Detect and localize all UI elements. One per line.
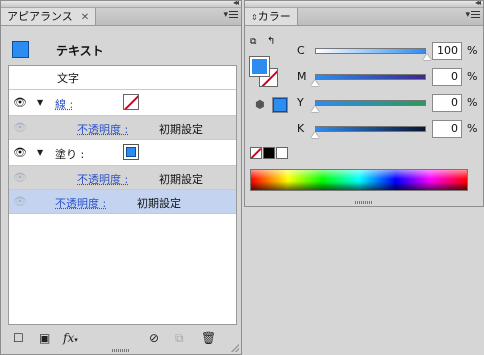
slider-label: M [297,70,307,83]
white-color-chip[interactable] [276,147,288,159]
yellow-thumb[interactable] [311,106,319,112]
list-item-opacity[interactable]: 👁 不透明度 : 初期設定 [9,190,236,214]
tab-color-label: カラー [257,10,291,23]
fill-proxy-swatch[interactable] [249,56,270,77]
stroke-opacity-link[interactable]: 不透明度 : [77,121,128,137]
list-item-characters[interactable]: 文字 [9,66,236,90]
close-tab-icon[interactable]: ✕ [81,12,89,23]
color-panel: ◂◂ ⇕カラー ▾ ⧉ ↰ ⬢ C 100 % M 0 % Y 0 % K 0 … [244,0,484,207]
cyan-track[interactable] [315,48,426,54]
duplicate-icon: ⧉ [175,331,184,345]
black-track[interactable] [315,126,426,132]
list-item-fill[interactable]: 👁 ▼ 塗り : [9,140,236,166]
stroke-opacity-value: 初期設定 [159,123,203,136]
panel-menu-button[interactable]: ▾ [223,10,238,20]
fx-dropdown-icon: ▾ [74,336,78,344]
black-color-chip[interactable] [263,147,275,159]
opacity-value: 初期設定 [137,197,181,210]
delete-icon[interactable]: 🗑 [201,331,216,345]
panel-tab-bar: アピアランス ✕ ▾ [1,8,241,26]
visibility-eye-icon[interactable]: 👁 [13,146,27,159]
slider-cyan[interactable]: C 100 % [297,42,477,62]
panel-menu-button[interactable]: ▾ [465,10,480,20]
visibility-eye-icon[interactable]: 👁 [13,96,27,109]
black-thumb[interactable] [311,132,319,138]
slider-magenta[interactable]: M 0 % [297,68,477,88]
fill-opacity-value: 初期設定 [159,173,203,186]
gamut-cube-icon: ⬢ [255,98,265,111]
expand-triangle-icon[interactable]: ▼ [37,98,43,107]
slider-label: C [297,44,305,57]
visibility-eye-icon[interactable]: 👁 [13,121,27,134]
default-colors-icon[interactable]: ⧉ [250,37,256,47]
magenta-thumb[interactable] [311,80,319,86]
percent-label: % [467,70,478,83]
fill-label: 塗り : [55,148,85,161]
list-item-stroke-opacity[interactable]: 👁 不透明度 : 初期設定 [9,116,236,140]
percent-label: % [467,44,478,57]
panel-menu-icon [229,11,238,18]
collapse-panel-icon[interactable]: ◂◂ [233,0,239,7]
opacity-link[interactable]: 不透明度 : [55,195,106,211]
slider-black[interactable]: K 0 % [297,120,477,140]
percent-label: % [467,96,478,109]
visibility-eye-icon[interactable]: 👁 [13,195,27,208]
panel-top-strip[interactable]: ◂◂ [1,0,241,8]
fill-swatch-color [126,147,136,157]
slider-label: Y [297,96,304,109]
resize-corner[interactable] [231,344,239,352]
characters-label: 文字 [57,72,79,85]
appearance-panel: ◂◂ アピアランス ✕ ▾ テキスト 文字 👁 ▼ 線 : 👁 不透明度 : 初期… [0,0,242,355]
collapse-panel-icon[interactable]: ◂◂ [475,0,481,7]
cycle-mode-icon[interactable]: ⇕ [251,13,258,22]
slider-yellow[interactable]: Y 0 % [297,94,477,114]
appearance-list: 文字 👁 ▼ 線 : 👁 不透明度 : 初期設定 👁 ▼ 塗り : 👁 不透明度… [8,65,237,325]
panel-bottom-toolbar: ☐ ▣ fx▾ ⊘ ⧉ 🗑 [1,328,241,348]
stroke-none-swatch[interactable] [123,94,139,110]
fx-icon[interactable]: fx▾ [63,331,78,345]
none-color-chip[interactable] [250,147,262,159]
tab-color[interactable]: ⇕カラー [245,8,298,25]
panel-top-strip[interactable]: ◂◂ [245,0,483,8]
resize-grip[interactable] [112,349,130,352]
object-thumbnail [12,41,29,58]
percent-label: % [467,122,478,135]
resize-grip[interactable] [355,201,373,204]
slider-label: K [297,122,305,135]
tab-appearance-label: アピアランス [7,10,73,23]
list-item-fill-opacity[interactable]: 👁 不透明度 : 初期設定 [9,166,236,190]
color-spectrum-ramp[interactable] [250,169,468,191]
fill-swatch[interactable] [123,144,139,160]
magenta-track[interactable] [315,74,426,80]
panel-menu-icon [471,11,480,18]
swap-colors-icon[interactable]: ↰ [267,36,275,47]
list-item-stroke[interactable]: 👁 ▼ 線 : [9,90,236,116]
magenta-value-field[interactable]: 0 [432,68,462,86]
clear-icon[interactable]: ⊘ [149,331,159,345]
fill-opacity-link[interactable]: 不透明度 : [77,171,128,187]
panel-tab-bar: ⇕カラー ▾ [245,8,483,26]
object-header: テキスト [8,39,237,65]
fx-label: fx [63,331,75,345]
object-type-label: テキスト [56,44,104,58]
add-fill-icon[interactable]: ▣ [39,331,50,345]
yellow-value-field[interactable]: 0 [432,94,462,112]
add-stroke-icon[interactable]: ☐ [13,331,24,345]
cyan-thumb[interactable] [423,54,431,60]
tab-appearance[interactable]: アピアランス ✕ [1,8,97,25]
expand-triangle-icon[interactable]: ▼ [37,148,43,157]
visibility-eye-icon[interactable]: 👁 [13,171,27,184]
black-value-field[interactable]: 0 [432,120,462,138]
cyan-value-field[interactable]: 100 [432,42,462,60]
yellow-track[interactable] [315,100,426,106]
in-gamut-swatch[interactable] [272,97,288,113]
stroke-link[interactable]: 線 : [55,96,73,112]
